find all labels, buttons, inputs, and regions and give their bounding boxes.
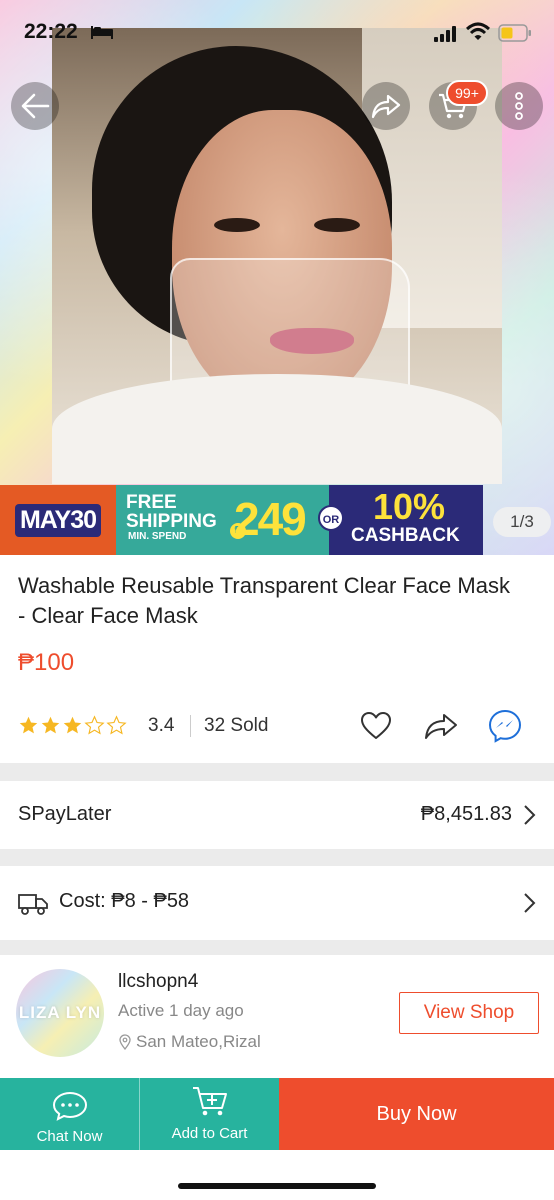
chat-now-label: Chat Now <box>36 1128 103 1145</box>
clock: 22:22 <box>24 20 78 43</box>
star-empty-icon <box>106 715 127 735</box>
truck-icon <box>18 894 48 915</box>
spaylater-value: ₱8,451.83 <box>420 803 512 825</box>
shop-active-status: Active 1 day ago <box>118 1001 244 1020</box>
product-price: ₱100 <box>18 649 75 676</box>
star-filled-icon <box>19 716 38 734</box>
sleep-mode-icon <box>91 26 113 39</box>
share-icon[interactable] <box>424 711 458 741</box>
star-empty-icon <box>84 715 105 735</box>
chat-now-button[interactable]: Chat Now <box>0 1078 139 1150</box>
promo-banner[interactable]: MAY30 FREE SHIPPING MIN. SPEND ₱ 249 OR … <box>0 485 554 555</box>
star-filled-icon <box>63 716 82 734</box>
cart-count-badge: 99+ <box>446 80 488 106</box>
signal-icon <box>434 26 456 42</box>
home-indicator[interactable] <box>178 1183 376 1189</box>
promo-min-spend: MIN. SPEND <box>128 531 187 542</box>
product-info: Washable Reusable Transparent Clear Face… <box>0 555 554 763</box>
battery-icon <box>498 24 531 42</box>
rating-stars <box>18 715 127 736</box>
shipping-row[interactable]: Cost: ₱8 - ₱58 <box>0 866 554 940</box>
arrow-left-icon <box>21 93 50 119</box>
promo-or: OR <box>318 505 344 531</box>
spaylater-row[interactable]: SPayLater ₱8,451.83 <box>0 781 554 849</box>
chevron-right-icon <box>524 805 536 825</box>
location-pin-icon <box>119 1034 131 1050</box>
image-counter: 1/3 <box>493 507 551 537</box>
chevron-right-icon <box>524 893 536 913</box>
chat-bubble-icon <box>52 1091 87 1121</box>
more-options-button[interactable] <box>495 82 543 130</box>
heart-icon[interactable] <box>360 711 392 741</box>
home-indicator-area <box>0 1150 554 1200</box>
more-vertical-icon <box>515 92 523 120</box>
sold-count: 32 Sold <box>204 715 269 736</box>
share-button[interactable] <box>362 82 410 130</box>
promo-date: MAY30 <box>14 503 102 537</box>
add-to-cart-icon <box>192 1087 227 1116</box>
star-filled-icon <box>41 716 60 734</box>
promo-amount: 249 <box>234 493 307 545</box>
wifi-icon <box>466 22 490 40</box>
promo-cashback: CASHBACK <box>351 525 460 546</box>
status-bar: 22:22 <box>0 0 554 62</box>
shop-section: LIZA LYN llcshopn4 Active 1 day ago San … <box>0 955 554 1080</box>
add-to-cart-button[interactable]: Add to Cart <box>139 1078 279 1150</box>
product-page: 22:22 99+ MAY30 FREE SHIPPING MIN. SPEND… <box>0 0 554 1200</box>
buy-now-button[interactable]: Buy Now <box>279 1078 554 1150</box>
promo-percent: 10% <box>373 486 446 527</box>
shop-avatar-text: LIZA LYN <box>18 1003 102 1022</box>
back-button[interactable] <box>11 82 59 130</box>
divider <box>190 715 191 737</box>
product-title: Washable Reusable Transparent Clear Face… <box>18 573 510 628</box>
promo-free-shipping: FREE SHIPPING <box>126 492 217 532</box>
shipping-cost: Cost: ₱8 - ₱58 <box>59 890 190 912</box>
share-icon <box>371 94 401 119</box>
shop-location: San Mateo,Rizal <box>136 1032 261 1051</box>
shop-avatar[interactable]: LIZA LYN <box>16 969 104 1057</box>
shop-name[interactable]: llcshopn4 <box>118 971 198 993</box>
messenger-icon[interactable] <box>488 709 522 743</box>
rating-value: 3.4 <box>148 715 175 736</box>
bottom-action-bar: Chat Now Add to Cart Buy Now <box>0 1078 554 1150</box>
add-to-cart-label: Add to Cart <box>171 1125 248 1142</box>
view-shop-button[interactable]: View Shop <box>399 992 539 1034</box>
spaylater-label: SPayLater <box>18 803 112 825</box>
